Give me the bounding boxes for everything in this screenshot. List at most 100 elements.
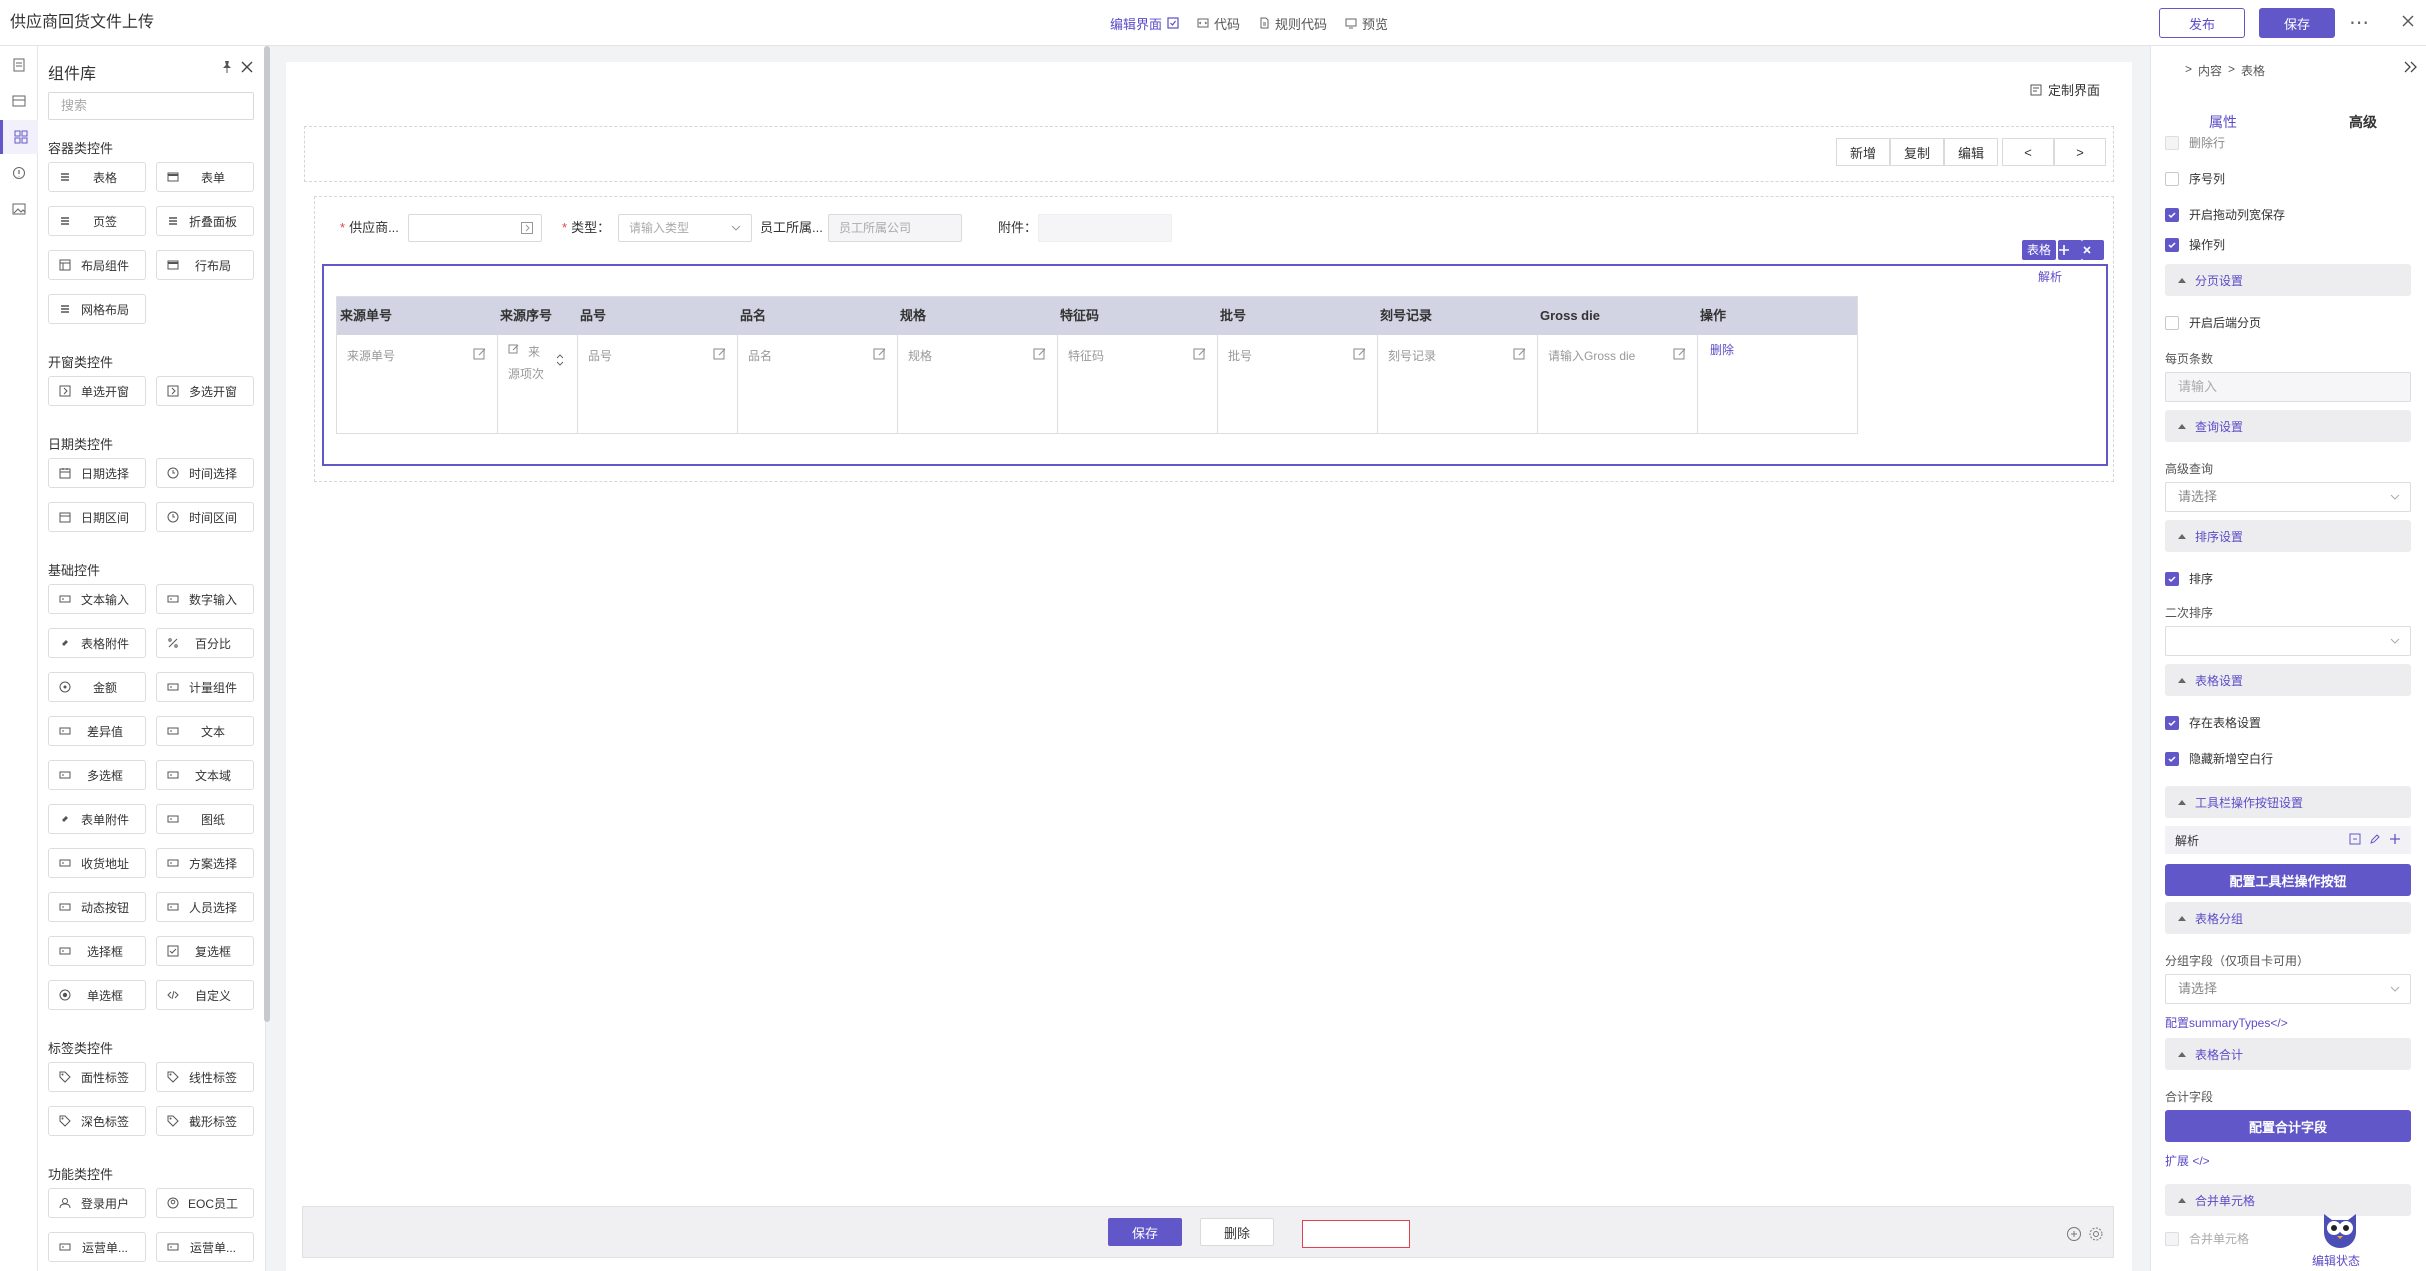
footer-delete-button[interactable]: 删除	[1200, 1218, 1274, 1246]
table-cell[interactable]: 特征码	[1057, 335, 1217, 433]
sort-checkbox[interactable]	[2165, 571, 2179, 586]
toolbar-copy-button[interactable]: 复制	[1890, 138, 1944, 166]
component-item[interactable]: 文本	[156, 716, 254, 746]
edit-icon[interactable]	[1033, 347, 1047, 361]
tab-preview[interactable]: 预览	[1345, 14, 1388, 33]
plus-icon[interactable]	[2389, 833, 2401, 845]
group-merge[interactable]: 合并单元格	[2165, 1184, 2411, 1216]
copy-icon[interactable]	[2349, 833, 2361, 845]
toolbar-prev-button[interactable]: <	[2002, 138, 2054, 166]
component-item[interactable]: 自定义	[156, 980, 254, 1010]
config-total-button[interactable]: 配置合计字段	[2165, 1110, 2411, 1142]
column-header[interactable]: 品名	[737, 297, 897, 335]
edit-icon[interactable]	[473, 347, 487, 361]
hide-empty-row-checkbox[interactable]	[2165, 751, 2179, 766]
component-item[interactable]: 方案选择	[156, 848, 254, 878]
component-item[interactable]: 收货地址	[48, 848, 146, 878]
component-item[interactable]: EOC员工	[156, 1188, 254, 1218]
close-icon[interactable]	[2400, 13, 2416, 29]
drag-col-save-checkbox[interactable]	[2165, 207, 2179, 222]
column-header[interactable]: 来源单号	[337, 297, 497, 335]
toolbar-add-button[interactable]: 新增	[1836, 138, 1890, 166]
component-item[interactable]: 表格附件	[48, 628, 146, 658]
component-item[interactable]: 行布局	[156, 250, 254, 280]
component-item[interactable]: 登录用户	[48, 1188, 146, 1218]
component-item[interactable]: 多选开窗	[156, 376, 254, 406]
hide-empty-row-option[interactable]: 隐藏新增空白行	[2165, 750, 2273, 767]
drag-col-save-option[interactable]: 开启拖动列宽保存	[2165, 206, 2285, 223]
component-item[interactable]: 金额	[48, 672, 146, 702]
toolbar-next-button[interactable]: >	[2054, 138, 2106, 166]
component-item[interactable]: 运营单...	[156, 1232, 254, 1262]
table-cell[interactable]: 刻号记录	[1377, 335, 1537, 433]
save-button[interactable]: 保存	[2259, 8, 2335, 38]
rail-item-outline[interactable]	[0, 48, 38, 82]
row-delete-link[interactable]: 删除	[1710, 341, 1734, 358]
component-item[interactable]: 数字输入	[156, 584, 254, 614]
table-cell[interactable]: 规格	[897, 335, 1057, 433]
group-field-select[interactable]: 请选择	[2165, 974, 2411, 1004]
library-search-input[interactable]: 搜索	[48, 92, 254, 120]
tab-code[interactable]: 代码	[1197, 14, 1240, 33]
edit-icon[interactable]	[1673, 347, 1687, 361]
edit-icon[interactable]	[1193, 347, 1207, 361]
group-paging[interactable]: 分页设置	[2165, 264, 2411, 296]
component-item[interactable]: 表单	[156, 162, 254, 192]
table-cell[interactable]: 品名	[737, 335, 897, 433]
column-header[interactable]: 操作	[1697, 297, 1857, 335]
component-item[interactable]: 折叠面板	[156, 206, 254, 236]
group-table-settings[interactable]: 表格设置	[2165, 664, 2411, 696]
component-item[interactable]: 面性标签	[48, 1062, 146, 1092]
parse-link[interactable]: 解析	[2038, 268, 2062, 285]
serial-col-option[interactable]: 序号列	[2165, 170, 2225, 187]
footer-save-button[interactable]: 保存	[1108, 1218, 1182, 1246]
column-header[interactable]: 特征码	[1057, 297, 1217, 335]
component-item[interactable]: 运营单...	[48, 1232, 146, 1262]
pin-icon[interactable]	[220, 60, 234, 74]
component-item[interactable]: 日期区间	[48, 502, 146, 532]
employee-input[interactable]: 员工所属公司	[828, 214, 962, 242]
component-item[interactable]: 网格布局	[48, 294, 146, 324]
table-move-button[interactable]	[2058, 240, 2082, 260]
component-item[interactable]: 文本输入	[48, 584, 146, 614]
edit-icon[interactable]	[713, 347, 727, 361]
column-header[interactable]: Gross die	[1537, 297, 1697, 335]
component-item[interactable]: 选择框	[48, 936, 146, 966]
table-cell[interactable]: 来源单号	[337, 335, 497, 433]
toolbar-button-item[interactable]: 解析	[2165, 826, 2411, 854]
tab-advanced[interactable]: 高级	[2349, 112, 2377, 132]
action-col-checkbox[interactable]	[2165, 237, 2179, 252]
add-circle-icon[interactable]	[2066, 1226, 2082, 1242]
column-header[interactable]: 批号	[1217, 297, 1377, 335]
page-size-input[interactable]: 请输入	[2165, 372, 2411, 402]
pencil-icon[interactable]	[2369, 833, 2381, 845]
component-item[interactable]: 日期选择	[48, 458, 146, 488]
group-total[interactable]: 表格合计	[2165, 1038, 2411, 1070]
group-sort[interactable]: 排序设置	[2165, 520, 2411, 552]
table-cell[interactable]: 来 源项次	[497, 335, 577, 433]
more-menu-button[interactable]: ⋯	[2349, 8, 2370, 38]
type-select[interactable]: 请输入类型	[618, 214, 752, 242]
table-cell[interactable]: 删除	[1697, 335, 1857, 433]
edit-icon[interactable]	[1353, 347, 1367, 361]
component-item[interactable]: 表格	[48, 162, 146, 192]
adv-query-select[interactable]: 请选择	[2165, 482, 2411, 512]
component-item[interactable]: 深色标签	[48, 1106, 146, 1136]
component-item[interactable]: 单选框	[48, 980, 146, 1010]
edit-icon[interactable]	[1513, 347, 1527, 361]
breadcrumb-item-content[interactable]: 内容	[2198, 62, 2222, 79]
sort-option[interactable]: 排序	[2165, 570, 2213, 587]
settings-gear-icon[interactable]	[2088, 1226, 2104, 1242]
backend-paging-checkbox[interactable]	[2165, 315, 2179, 330]
custom-ui-button[interactable]: 定制界面	[2030, 80, 2100, 99]
component-item[interactable]: 计量组件	[156, 672, 254, 702]
table-remove-button[interactable]	[2082, 240, 2104, 260]
summary-types-link[interactable]: 配置summaryTypes</>	[2165, 1014, 2288, 1031]
group-toolbar-buttons[interactable]: 工具栏操作按钮设置	[2165, 786, 2411, 818]
component-item[interactable]: 人员选择	[156, 892, 254, 922]
component-item[interactable]: 时间区间	[156, 502, 254, 532]
component-item[interactable]: 多选框	[48, 760, 146, 790]
component-item[interactable]: 截形标签	[156, 1106, 254, 1136]
footer-highlight-box[interactable]	[1302, 1220, 1410, 1248]
stepper-icon[interactable]	[555, 353, 565, 367]
